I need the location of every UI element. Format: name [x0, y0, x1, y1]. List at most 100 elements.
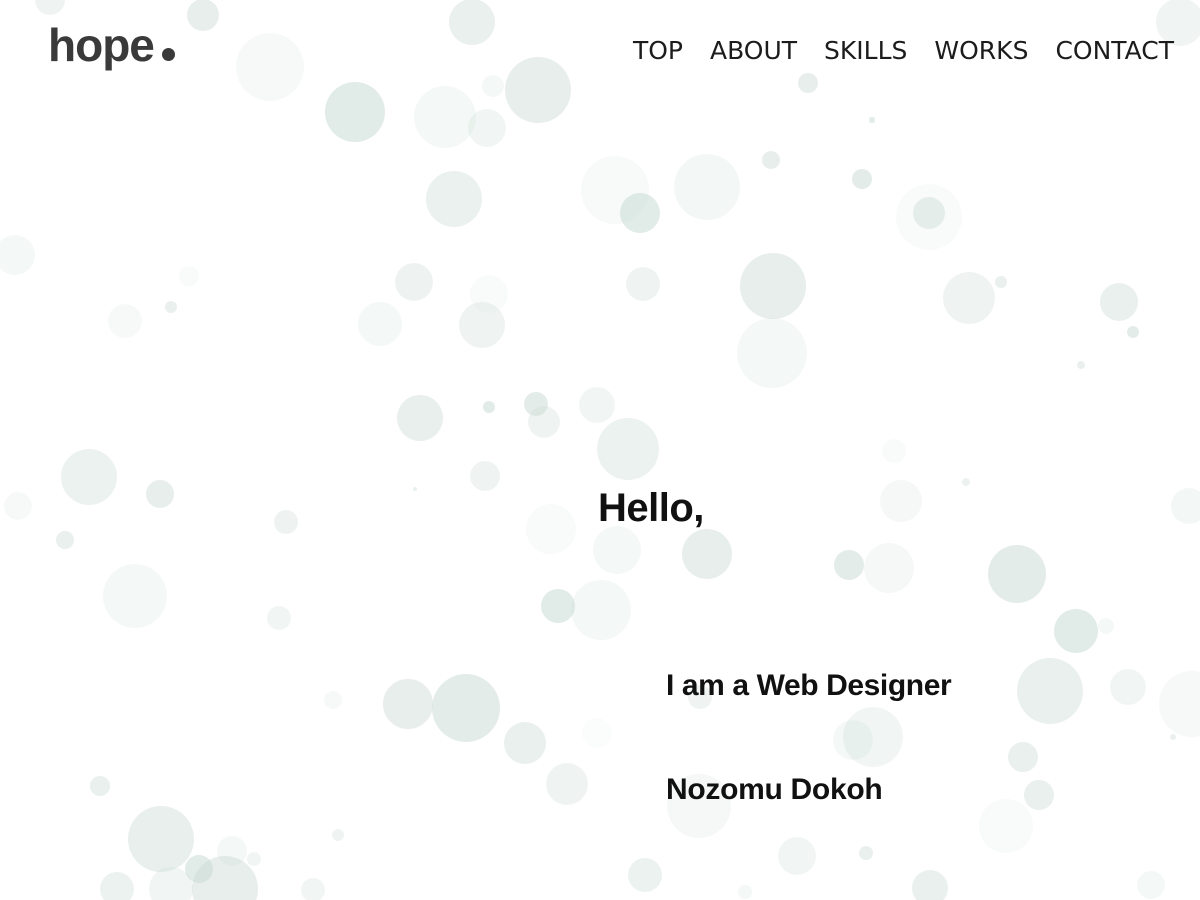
site-logo[interactable]: hope [48, 22, 175, 68]
bubble-shape [852, 169, 872, 189]
bubble-shape [833, 720, 873, 760]
bubble-shape [740, 253, 806, 319]
bubble-shape [4, 492, 32, 520]
bubble-shape [187, 0, 219, 31]
bubble-shape [762, 151, 780, 169]
bubble-shape [995, 276, 1007, 288]
hero-greeting: Hello, [598, 486, 704, 530]
bubble-shape [100, 872, 134, 900]
bubble-shape [35, 0, 65, 15]
bubble-shape [896, 184, 962, 250]
bubble-shape [414, 86, 476, 148]
bubble-shape [620, 193, 660, 233]
bubble-shape [1098, 618, 1114, 634]
bubble-shape [579, 387, 615, 423]
bubble-shape [108, 304, 142, 338]
bubble-shape [324, 691, 342, 709]
nav-item-contact[interactable]: CONTACT [1055, 36, 1174, 65]
bubble-shape [146, 480, 174, 508]
bubble-shape [1137, 871, 1165, 899]
bubble-shape [395, 263, 433, 301]
bubble-shape [247, 852, 261, 866]
bubble-shape [103, 564, 167, 628]
nav-item-works[interactable]: WORKS [934, 36, 1028, 65]
bubble-shape [397, 395, 443, 441]
bubble-shape [528, 406, 560, 438]
bubble-shape [61, 449, 117, 505]
bubble-shape [1100, 283, 1138, 321]
bubble-shape [571, 580, 631, 640]
bubble-shape [738, 885, 752, 899]
bubble-shape [626, 267, 660, 301]
bubble-shape [236, 33, 304, 101]
bubble-shape [864, 543, 914, 593]
bubble-shape [674, 154, 740, 220]
bubble-shape [301, 878, 325, 900]
bubble-shape [1017, 658, 1083, 724]
bubble-shape [383, 679, 433, 729]
bubble-shape [470, 461, 500, 491]
bubble-shape [179, 266, 199, 286]
bubble-shape [1024, 780, 1054, 810]
nav-item-top[interactable]: TOP [633, 36, 683, 65]
bubble-shape [912, 870, 948, 900]
bubble-shape [90, 776, 110, 796]
bubble-shape [1054, 609, 1098, 653]
bubble-shape [413, 487, 417, 491]
bubble-shape [859, 846, 873, 860]
bubble-shape [593, 526, 641, 574]
bubble-shape [882, 439, 906, 463]
bubble-shape [541, 589, 575, 623]
bubble-shape [1171, 488, 1200, 524]
bubble-shape [165, 301, 177, 313]
bubble-shape [358, 302, 402, 346]
nav-item-about[interactable]: ABOUT [710, 36, 797, 65]
hero-name: Nozomu Dokoh [666, 773, 883, 806]
bubble-shape [1008, 742, 1038, 772]
bubble-shape [332, 829, 344, 841]
bubble-shape [682, 529, 732, 579]
bubble-shape [1077, 361, 1085, 369]
bubble-shape [274, 510, 298, 534]
bubble-shape [943, 272, 995, 324]
bubble-shape [505, 57, 571, 123]
bubble-shape [597, 418, 659, 480]
bubble-shape [432, 674, 500, 742]
logo-dot-icon [161, 48, 175, 61]
hero-role: I am a Web Designer [666, 669, 952, 702]
bubble-shape [778, 837, 816, 875]
bubble-shape [1170, 734, 1176, 740]
bubble-shape [483, 401, 495, 413]
bubble-shape [504, 722, 546, 764]
bubble-shape [1159, 671, 1200, 737]
bubble-shape [526, 504, 576, 554]
bubble-shape [325, 82, 385, 142]
bubble-shape [737, 318, 807, 388]
bubble-shape [546, 763, 588, 805]
bubble-shape [1127, 326, 1139, 338]
main-nav: TOP ABOUT SKILLS WORKS CONTACT [633, 36, 1174, 65]
bubble-shape [988, 545, 1046, 603]
bubble-background [0, 0, 1200, 900]
bubble-shape [582, 718, 612, 748]
bubble-shape [459, 302, 505, 348]
bubble-shape [426, 171, 482, 227]
bubble-shape [979, 799, 1033, 853]
bubble-shape [869, 117, 875, 123]
bubble-shape [128, 806, 194, 872]
bubble-shape [962, 478, 970, 486]
bubble-shape [449, 0, 495, 45]
nav-item-skills[interactable]: SKILLS [824, 36, 907, 65]
hero-section: hope TOP ABOUT SKILLS WORKS CONTACT Hell… [0, 0, 1200, 900]
bubble-shape [0, 235, 35, 275]
bubble-shape [56, 531, 74, 549]
bubble-shape [628, 858, 662, 892]
bubble-shape [798, 73, 818, 93]
logo-text: hope [48, 19, 155, 71]
bubble-shape [834, 550, 864, 580]
bubble-shape [880, 480, 922, 522]
bubble-shape [482, 75, 504, 97]
bubble-shape [1110, 669, 1146, 705]
bubble-shape [468, 109, 506, 147]
bubble-shape [267, 606, 291, 630]
